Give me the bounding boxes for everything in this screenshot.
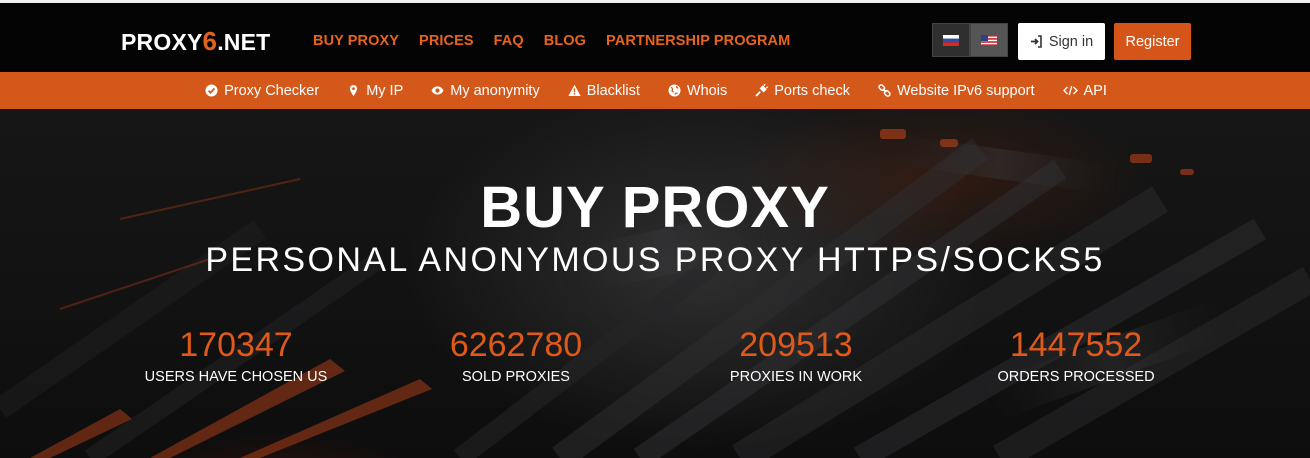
- logo-digit: 6: [202, 26, 218, 56]
- tool-label: Whois: [686, 82, 728, 99]
- globe-icon: [668, 84, 681, 97]
- stat-label: USERS HAVE CHOSEN US: [144, 369, 328, 385]
- nav-partnership-program[interactable]: PARTNERSHIP PROGRAM: [606, 33, 790, 49]
- tool-ports-check[interactable]: Ports check: [755, 83, 850, 99]
- link-icon: [878, 84, 891, 97]
- hero-title: BUY PROXY: [480, 175, 830, 240]
- hero-subtitle: PERSONAL ANONYMOUS PROXY HTTPS/SOCKS5: [205, 241, 1105, 279]
- nav-faq[interactable]: FAQ: [494, 33, 524, 49]
- stat-value: 209513: [739, 326, 853, 364]
- tool-label: Blacklist: [586, 82, 640, 99]
- tool-label: Website IPv6 support: [896, 82, 1035, 99]
- nav-blog[interactable]: BLOG: [544, 33, 586, 49]
- tool-label: Proxy Checker: [224, 82, 320, 99]
- logo-suffix: .NET: [217, 29, 271, 55]
- tool-label: My anonymity: [450, 82, 540, 99]
- sign-in-icon: [1030, 35, 1042, 48]
- stat-label: PROXIES IN WORK: [729, 369, 863, 385]
- main-nav: BUY PROXY PRICES FAQ BLOG PARTNERSHIP PR…: [313, 33, 810, 49]
- flag-ru-icon: [943, 34, 959, 46]
- tool-api[interactable]: API: [1062, 82, 1107, 99]
- stat-proxies-in-work: 209513 PROXIES IN WORK: [666, 325, 926, 385]
- tool-whois[interactable]: Whois: [668, 83, 727, 99]
- stat-sold-proxies: 6262780 SOLD PROXIES: [386, 325, 646, 385]
- site-logo[interactable]: PROXY6.NET: [121, 26, 270, 57]
- hero-section: BUY PROXY PERSONAL ANONYMOUS PROXY HTTPS…: [0, 109, 1310, 458]
- nav-buy-proxy[interactable]: BUY PROXY: [313, 33, 399, 49]
- tool-label: My IP: [366, 82, 404, 99]
- language-ru-button[interactable]: [932, 23, 970, 57]
- map-pin-icon: [350, 85, 358, 96]
- tool-website-ipv6-support[interactable]: Website IPv6 support: [878, 83, 1035, 99]
- register-button[interactable]: Register: [1114, 23, 1191, 60]
- stat-value: 6262780: [449, 326, 583, 364]
- tool-label: Ports check: [774, 82, 850, 99]
- tool-my-anonymity[interactable]: My anonymity: [431, 82, 540, 99]
- tool-blacklist[interactable]: Blacklist: [568, 83, 640, 99]
- code-icon: [1062, 85, 1078, 96]
- stat-label: ORDERS PROCESSED: [997, 369, 1155, 385]
- stat-label: SOLD PROXIES: [462, 369, 570, 385]
- sign-in-label: Sign in: [1048, 33, 1094, 50]
- tool-my-ip[interactable]: My IP: [347, 83, 403, 99]
- check-circle-icon: [205, 84, 218, 97]
- tool-proxy-checker[interactable]: Proxy Checker: [205, 83, 319, 99]
- stat-value: 170347: [179, 326, 293, 364]
- language-switcher: [932, 23, 1008, 57]
- warning-icon: [568, 84, 581, 96]
- plug-icon: [755, 84, 769, 97]
- sign-in-button[interactable]: Sign in: [1018, 23, 1105, 60]
- flag-us-icon: [981, 34, 997, 46]
- stat-value: 1447552: [1009, 326, 1143, 364]
- hero-background-image: [0, 129, 1310, 458]
- stat-users: 170347 USERS HAVE CHOSEN US: [106, 325, 366, 385]
- top-navbar: PROXY6.NET BUY PROXY PRICES FAQ BLOG PAR…: [0, 0, 1310, 72]
- tools-bar: Proxy Checker My IP My anonymity Blackli…: [0, 72, 1310, 109]
- logo-prefix: PROXY: [121, 29, 203, 55]
- nav-prices[interactable]: PRICES: [419, 33, 474, 49]
- language-en-button[interactable]: [970, 23, 1008, 57]
- eye-icon: [431, 86, 444, 95]
- tool-label: API: [1083, 82, 1107, 99]
- stat-orders-processed: 1447552 ORDERS PROCESSED: [946, 325, 1206, 385]
